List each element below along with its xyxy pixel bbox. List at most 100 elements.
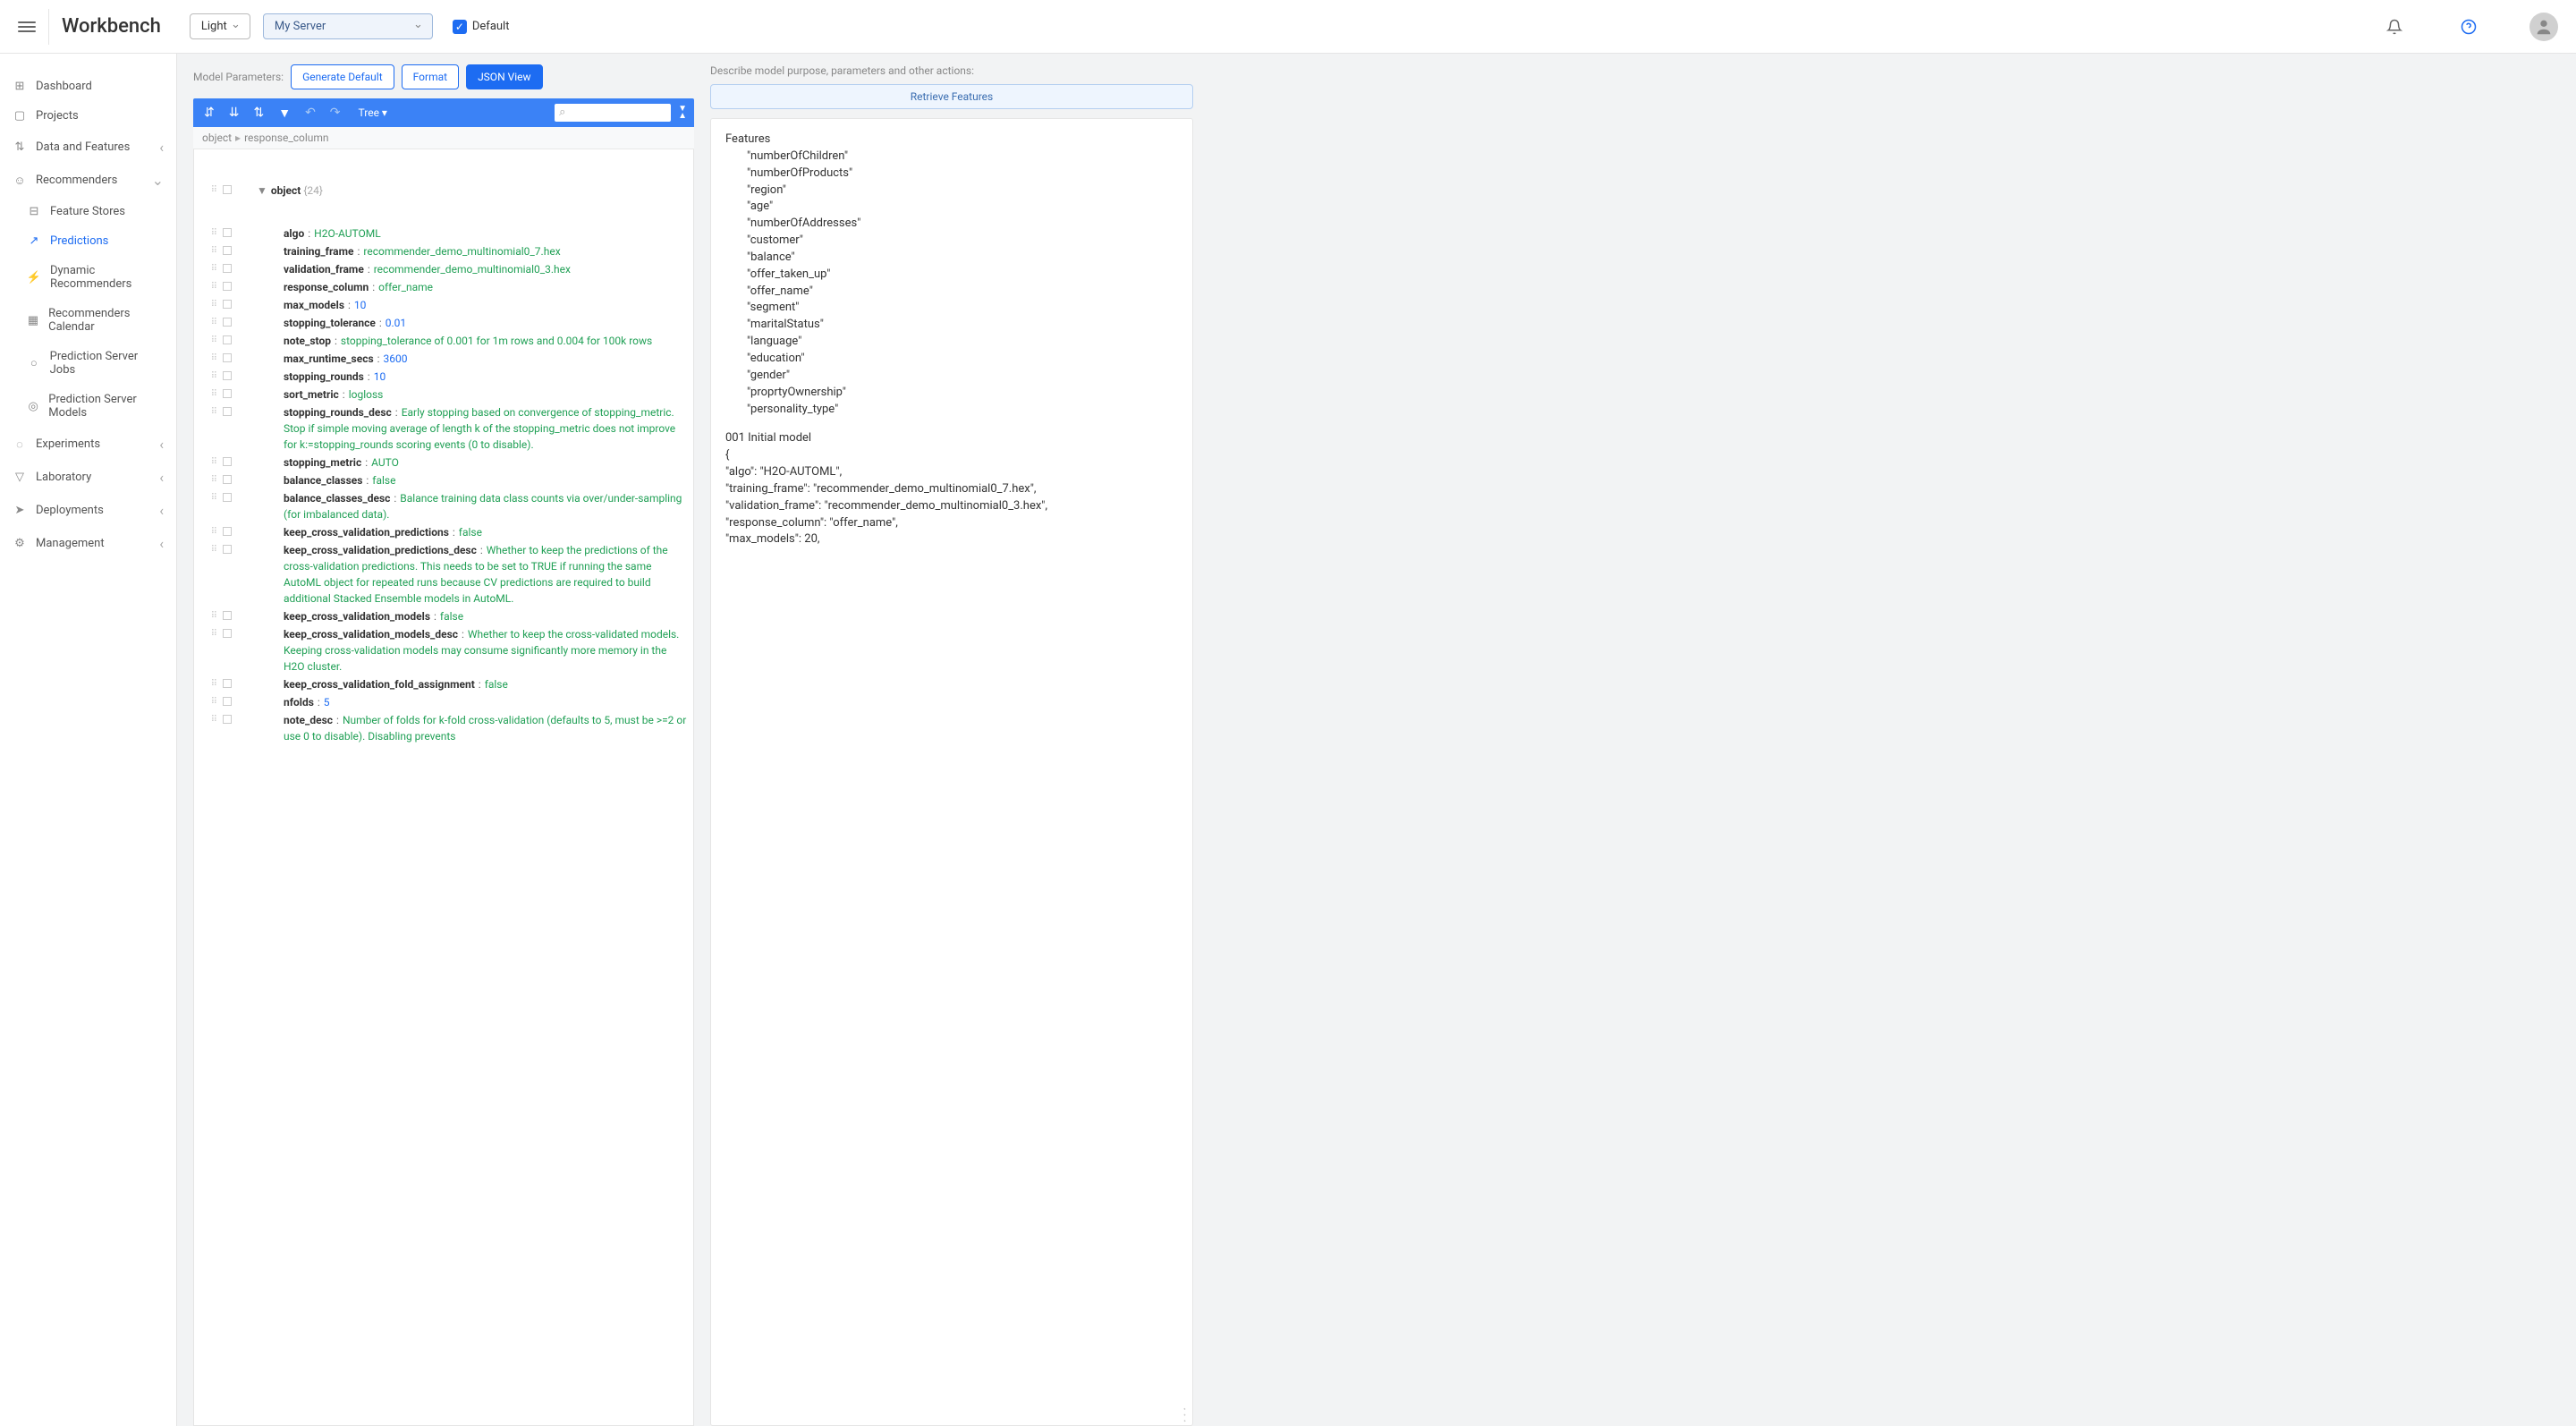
collapse-icon[interactable]: ▼ bbox=[257, 184, 267, 197]
json-view-button[interactable]: JSON View bbox=[466, 64, 542, 89]
row-checkbox[interactable] bbox=[223, 389, 232, 398]
sidebar-item-label: Prediction Server Models bbox=[48, 393, 164, 420]
resize-handle[interactable]: ⋰ bbox=[1178, 1411, 1191, 1423]
json-row[interactable]: ⠿nfolds:5 bbox=[199, 693, 688, 711]
sidebar-item-projects[interactable]: ▢ Projects bbox=[0, 101, 176, 131]
json-row[interactable]: ⠿stopping_rounds_desc:Early stopping bas… bbox=[199, 403, 688, 454]
default-checkbox[interactable]: ✓ bbox=[453, 20, 467, 34]
json-row[interactable]: ⠿keep_cross_validation_models_desc:Wheth… bbox=[199, 625, 688, 675]
row-checkbox[interactable] bbox=[223, 493, 232, 502]
sidebar-item-laboratory[interactable]: ▽Laboratory‹ bbox=[0, 461, 176, 494]
projects-icon: ▢ bbox=[13, 109, 27, 123]
row-checkbox[interactable] bbox=[223, 228, 232, 237]
sidebar-item-label: Projects bbox=[36, 109, 79, 123]
row-checkbox[interactable] bbox=[223, 335, 232, 344]
json-row[interactable]: ⠿validation_frame:recommender_demo_multi… bbox=[199, 260, 688, 278]
expand-all-icon[interactable]: ⇵ bbox=[200, 104, 218, 122]
row-checkbox[interactable] bbox=[223, 318, 232, 327]
main-content: Model Parameters: Generate Default Forma… bbox=[177, 54, 2576, 1426]
feature-item: "segment" bbox=[725, 300, 1178, 317]
json-row[interactable]: ⠿max_models:10 bbox=[199, 296, 688, 314]
generate-default-button[interactable]: Generate Default bbox=[291, 64, 394, 89]
row-checkbox[interactable] bbox=[223, 407, 232, 416]
breadcrumb-part[interactable]: response_column bbox=[244, 132, 329, 144]
menu-icon[interactable] bbox=[18, 19, 36, 35]
row-checkbox[interactable] bbox=[223, 264, 232, 273]
row-checkbox[interactable] bbox=[223, 353, 232, 362]
help-icon[interactable] bbox=[2455, 13, 2482, 40]
sidebar-item-management[interactable]: ⚙Management‹ bbox=[0, 527, 176, 560]
json-row[interactable]: ⠿stopping_tolerance:0.01 bbox=[199, 314, 688, 332]
json-row[interactable]: ⠿response_column:offer_name bbox=[199, 278, 688, 296]
row-checkbox[interactable] bbox=[223, 185, 232, 194]
json-row[interactable]: ⠿algo:H2O-AUTOML bbox=[199, 225, 688, 242]
json-row[interactable]: ⠿keep_cross_validation_fold_assignment:f… bbox=[199, 675, 688, 693]
model-line: "response_column": "offer_name", bbox=[725, 515, 1178, 532]
tree-mode-select[interactable]: Tree ▾ bbox=[352, 105, 394, 121]
collapse-all-icon[interactable]: ⇊ bbox=[225, 104, 243, 122]
breadcrumb-part[interactable]: object bbox=[202, 132, 232, 144]
undo-icon[interactable]: ↶ bbox=[301, 104, 319, 122]
server-select[interactable]: My Server bbox=[263, 13, 433, 39]
sidebar-item-deployments[interactable]: ➤Deployments‹ bbox=[0, 494, 176, 527]
row-checkbox[interactable] bbox=[223, 697, 232, 706]
row-checkbox[interactable] bbox=[223, 475, 232, 484]
bell-icon[interactable] bbox=[2381, 13, 2408, 40]
user-avatar[interactable] bbox=[2529, 13, 2558, 41]
json-row[interactable]: ⠿keep_cross_validation_predictions:false bbox=[199, 523, 688, 541]
json-editor[interactable]: ⠿▼object {24} ⠿algo:H2O-AUTOML⠿training_… bbox=[193, 149, 694, 1426]
feature-item: "gender" bbox=[725, 368, 1178, 385]
sidebar-item-recommenders-calendar[interactable]: ▦Recommenders Calendar bbox=[0, 299, 176, 342]
json-row[interactable]: ⠿balance_classes:false bbox=[199, 471, 688, 489]
sidebar-item-data-features[interactable]: ⇅Data and Features‹ bbox=[0, 131, 176, 164]
json-row[interactable]: ⠿training_frame:recommender_demo_multino… bbox=[199, 242, 688, 260]
sidebar-item-label: Predictions bbox=[50, 234, 108, 248]
model-line: "validation_frame": "recommender_demo_mu… bbox=[725, 498, 1178, 515]
json-row[interactable]: ⠿keep_cross_validation_models:false bbox=[199, 607, 688, 625]
sidebar-item-recommenders[interactable]: ☺Recommenders⌄ bbox=[0, 164, 176, 197]
sidebar-item-prediction-server-jobs[interactable]: ○Prediction Server Jobs bbox=[0, 342, 176, 385]
sidebar-item-label: Laboratory bbox=[36, 471, 91, 484]
search-input[interactable] bbox=[555, 104, 671, 122]
sidebar-item-label: Dashboard bbox=[36, 80, 92, 93]
row-checkbox[interactable] bbox=[223, 300, 232, 309]
row-checkbox[interactable] bbox=[223, 629, 232, 638]
sidebar-item-dashboard[interactable]: ⊞Dashboard bbox=[0, 72, 176, 101]
json-row[interactable]: ⠿max_runtime_secs:3600 bbox=[199, 350, 688, 368]
row-checkbox[interactable] bbox=[223, 611, 232, 620]
row-checkbox[interactable] bbox=[223, 282, 232, 291]
search-nav-icons[interactable]: ▼▲ bbox=[678, 106, 687, 120]
row-checkbox[interactable] bbox=[223, 545, 232, 554]
row-checkbox[interactable] bbox=[223, 371, 232, 380]
top-header: Workbench Light My Server ✓ Default bbox=[0, 0, 2576, 54]
json-row[interactable]: ⠿note_stop:stopping_tolerance of 0.001 f… bbox=[199, 332, 688, 350]
filter-icon[interactable]: ▼ bbox=[275, 104, 294, 123]
features-textarea[interactable]: Features "numberOfChildren""numberOfProd… bbox=[710, 118, 1193, 1426]
redo-icon[interactable]: ↷ bbox=[326, 104, 344, 122]
format-button[interactable]: Format bbox=[402, 64, 459, 89]
sort-icon[interactable]: ⇅ bbox=[250, 104, 267, 122]
model-line: { bbox=[725, 447, 1178, 464]
row-checkbox[interactable] bbox=[223, 246, 232, 255]
json-row[interactable]: ⠿keep_cross_validation_predictions_desc:… bbox=[199, 541, 688, 607]
theme-select[interactable]: Light bbox=[190, 13, 250, 39]
json-row[interactable]: ⠿sort_metric:logloss bbox=[199, 386, 688, 403]
sidebar-item-experiments[interactable]: ◌Experiments‹ bbox=[0, 428, 176, 461]
row-checkbox[interactable] bbox=[223, 527, 232, 536]
row-checkbox[interactable] bbox=[223, 715, 232, 724]
json-row[interactable]: ⠿stopping_rounds:10 bbox=[199, 368, 688, 386]
row-checkbox[interactable] bbox=[223, 457, 232, 466]
sidebar-item-prediction-server-models[interactable]: ◎Prediction Server Models bbox=[0, 385, 176, 428]
chevron-left-icon: ‹ bbox=[159, 139, 164, 156]
retrieve-features-button[interactable]: Retrieve Features bbox=[710, 84, 1193, 109]
json-row[interactable]: ⠿stopping_metric:AUTO bbox=[199, 454, 688, 471]
json-row[interactable]: ⠿note_desc:Number of folds for k-fold cr… bbox=[199, 711, 688, 745]
feature-item: "customer" bbox=[725, 233, 1178, 250]
row-checkbox[interactable] bbox=[223, 679, 232, 688]
chevron-left-icon: ‹ bbox=[159, 469, 164, 486]
sidebar-item-predictions[interactable]: ↗Predictions bbox=[0, 226, 176, 256]
sidebar-item-dynamic-recommenders[interactable]: ⚡Dynamic Recommenders bbox=[0, 256, 176, 299]
sidebar-item-label: Dynamic Recommenders bbox=[50, 264, 164, 291]
json-row[interactable]: ⠿balance_classes_desc:Balance training d… bbox=[199, 489, 688, 523]
sidebar-item-feature-stores[interactable]: ⊟Feature Stores bbox=[0, 197, 176, 226]
